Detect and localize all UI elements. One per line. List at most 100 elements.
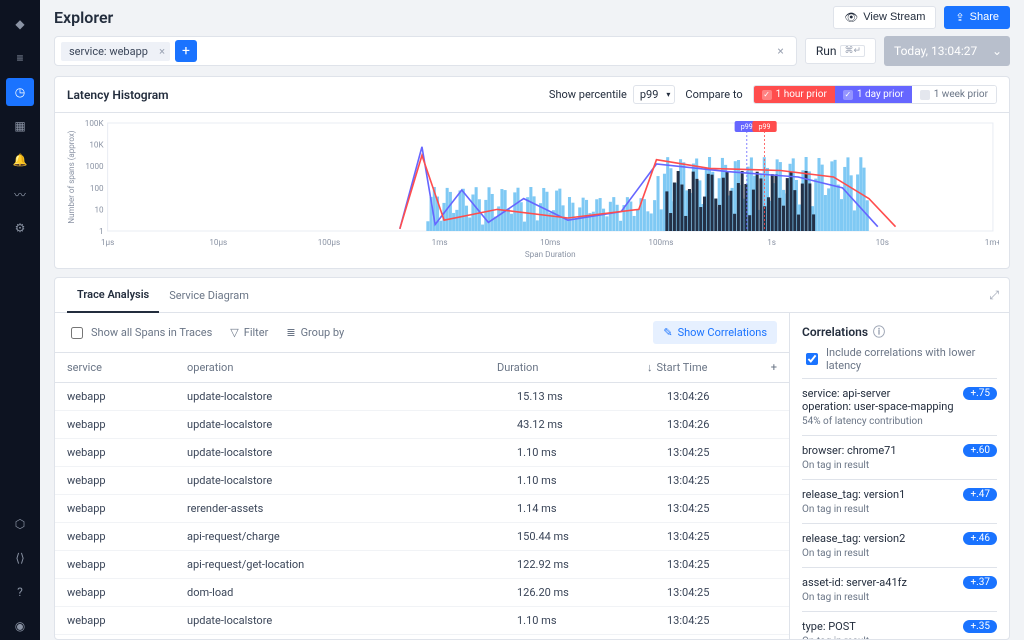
col-duration[interactable]: Duration bbox=[497, 361, 647, 374]
time-range-selector[interactable]: Today, 13:04:27 ⌄ bbox=[884, 36, 1010, 66]
table-row[interactable]: webapprerender-assets1.14 ms13:04:25 bbox=[55, 495, 789, 523]
svg-text:100: 100 bbox=[90, 184, 104, 193]
gear-icon[interactable]: ⚙ bbox=[6, 214, 34, 242]
cube-icon[interactable]: ⬡ bbox=[6, 510, 34, 538]
cell-start: 13:04:25 bbox=[667, 530, 777, 543]
svg-text:1ms: 1ms bbox=[432, 238, 448, 247]
svg-text:p99: p99 bbox=[759, 122, 771, 131]
include-lower-latency-checkbox[interactable]: Include correlations with lower latency bbox=[802, 346, 997, 372]
correlation-item[interactable]: browser: chrome71On tag in result+.60 bbox=[802, 435, 997, 479]
expand-icon[interactable]: ⤢ bbox=[989, 288, 999, 303]
add-filter-button[interactable]: + bbox=[175, 40, 197, 62]
svg-text:10ms: 10ms bbox=[540, 238, 560, 247]
eye-icon: 👁 bbox=[844, 11, 858, 24]
correlation-item[interactable]: type: POSTOn tag in result+.35 bbox=[802, 611, 997, 639]
cell-service: webapp bbox=[67, 502, 187, 515]
svg-text:1m+: 1m+ bbox=[985, 238, 999, 247]
table-row[interactable]: webappupdate-localstore15.13 ms13:04:26 bbox=[55, 383, 789, 411]
logo-icon[interactable]: ◆ bbox=[6, 10, 34, 38]
svg-text:10s: 10s bbox=[876, 238, 889, 247]
svg-text:100µs: 100µs bbox=[318, 238, 340, 247]
cell-service: webapp bbox=[67, 390, 187, 403]
help-icon[interactable]: ? bbox=[6, 578, 34, 606]
cell-service: webapp bbox=[67, 474, 187, 487]
cell-service: webapp bbox=[67, 418, 187, 431]
cell-start: 13:04:26 bbox=[667, 418, 777, 431]
table-row[interactable]: webappupdate-localstore1.10 ms13:04:25 bbox=[55, 467, 789, 495]
svg-text:Number of spans (approx): Number of spans (approx) bbox=[67, 130, 76, 223]
code-icon[interactable]: ⟨⟩ bbox=[6, 544, 34, 572]
cell-operation: dom-load bbox=[187, 586, 517, 599]
filter-icon: ▽ bbox=[230, 326, 238, 339]
compare-1d-toggle[interactable]: ✓ 1 day prior bbox=[835, 86, 912, 103]
page-title: Explorer bbox=[54, 8, 113, 27]
cell-service: webapp bbox=[67, 446, 187, 459]
cell-service: webapp bbox=[67, 530, 187, 543]
col-start-time[interactable]: ↓ Start Time bbox=[647, 361, 757, 374]
table-row[interactable]: webappapi-request/charge150.44 ms13:04:2… bbox=[55, 523, 789, 551]
compare-1w-toggle[interactable]: 1 week prior bbox=[912, 86, 996, 103]
latency-histogram-chart[interactable]: 100K10K1000100101Number of spans (approx… bbox=[65, 117, 999, 259]
cell-start: 13:04:25 bbox=[667, 446, 777, 459]
bell-icon[interactable]: 🔔 bbox=[6, 146, 34, 174]
col-operation[interactable]: operation bbox=[187, 361, 497, 374]
filter-chip-service[interactable]: service: webapp × bbox=[61, 42, 170, 61]
correlation-item[interactable]: service: api-serveroperation: user-space… bbox=[802, 378, 997, 435]
sort-down-icon: ↓ bbox=[647, 361, 653, 374]
svg-text:1s: 1s bbox=[767, 238, 776, 247]
cell-duration: 126.20 ms bbox=[517, 586, 667, 599]
check-icon: ✓ bbox=[762, 90, 772, 100]
cell-duration: 122.92 ms bbox=[517, 558, 667, 571]
correlation-item[interactable]: asset-id: server-a41fzOn tag in result+.… bbox=[802, 567, 997, 611]
pulse-icon[interactable]: 〰 bbox=[6, 180, 34, 208]
filter-button[interactable]: ▽ Filter bbox=[230, 326, 268, 339]
group-icon: ≣ bbox=[286, 326, 295, 339]
correlation-item[interactable]: release_tag: version2On tag in result+.4… bbox=[802, 523, 997, 567]
svg-text:10: 10 bbox=[94, 205, 104, 214]
clear-query-icon[interactable]: × bbox=[771, 44, 789, 58]
cell-operation: api-request/get-location bbox=[187, 558, 517, 571]
close-icon[interactable]: × bbox=[159, 45, 165, 58]
share-button[interactable]: ⇪ Share bbox=[944, 6, 1010, 29]
group-by-button[interactable]: ≣ Group by bbox=[286, 326, 344, 339]
correlation-badge: +.60 bbox=[963, 444, 997, 457]
correlation-badge: +.75 bbox=[963, 387, 997, 400]
correlation-badge: +.37 bbox=[963, 576, 997, 589]
table-row[interactable]: webappupdate-localstore1.10 ms13:04:25 bbox=[55, 607, 789, 635]
compare-1h-toggle[interactable]: ✓ 1 hour prior bbox=[754, 86, 835, 103]
show-all-spans-checkbox[interactable]: Show all Spans in Traces bbox=[67, 324, 212, 342]
user-icon[interactable]: ◉ bbox=[6, 612, 34, 640]
cell-operation: api-request/charge bbox=[187, 530, 517, 543]
cell-start: 13:04:25 bbox=[667, 474, 777, 487]
correlation-item[interactable]: release_tag: version1On tag in result+.4… bbox=[802, 479, 997, 523]
clock-icon[interactable]: ◷ bbox=[6, 78, 34, 106]
cell-duration: 1.14 ms bbox=[517, 502, 667, 515]
check-icon: ✓ bbox=[843, 90, 853, 100]
cell-operation: update-localstore bbox=[187, 474, 517, 487]
grid-icon[interactable]: ▦ bbox=[6, 112, 34, 140]
add-column-button[interactable]: + bbox=[757, 361, 777, 374]
col-service[interactable]: service bbox=[67, 361, 187, 374]
list-icon[interactable]: ≡ bbox=[6, 44, 34, 72]
svg-text:Span Duration: Span Duration bbox=[525, 250, 576, 259]
table-row[interactable]: webappapi-request/get-location122.92 ms1… bbox=[55, 551, 789, 579]
table-row[interactable]: webapprerender-assets1.11 ms13:04:25 bbox=[55, 635, 789, 639]
cell-duration: 1.10 ms bbox=[517, 474, 667, 487]
table-row[interactable]: webappupdate-localstore43.12 ms13:04:26 bbox=[55, 411, 789, 439]
run-button[interactable]: Run ⌘↵ bbox=[805, 38, 876, 64]
query-input[interactable]: service: webapp × + × bbox=[54, 36, 797, 66]
percentile-select[interactable]: p99 ▾ bbox=[633, 85, 676, 104]
global-sidebar: ◆ ≡ ◷ ▦ 🔔 〰 ⚙ ⬡ ⟨⟩ ? ◉ bbox=[0, 0, 40, 640]
cell-operation: update-localstore bbox=[187, 614, 517, 627]
table-row[interactable]: webappupdate-localstore1.10 ms13:04:25 bbox=[55, 439, 789, 467]
caret-down-icon: ▾ bbox=[666, 90, 670, 99]
tab-trace-analysis[interactable]: Trace Analysis bbox=[67, 278, 159, 313]
show-correlations-button[interactable]: ✎ Show Correlations bbox=[653, 321, 777, 344]
info-icon[interactable]: ⓘ bbox=[873, 323, 885, 340]
table-row[interactable]: webappdom-load126.20 ms13:04:25 bbox=[55, 579, 789, 607]
svg-text:p99: p99 bbox=[741, 122, 753, 131]
cell-operation: update-localstore bbox=[187, 418, 517, 431]
view-stream-button[interactable]: 👁 View Stream bbox=[833, 6, 936, 29]
svg-text:1µs: 1µs bbox=[101, 238, 114, 247]
tab-service-diagram[interactable]: Service Diagram bbox=[159, 279, 259, 312]
